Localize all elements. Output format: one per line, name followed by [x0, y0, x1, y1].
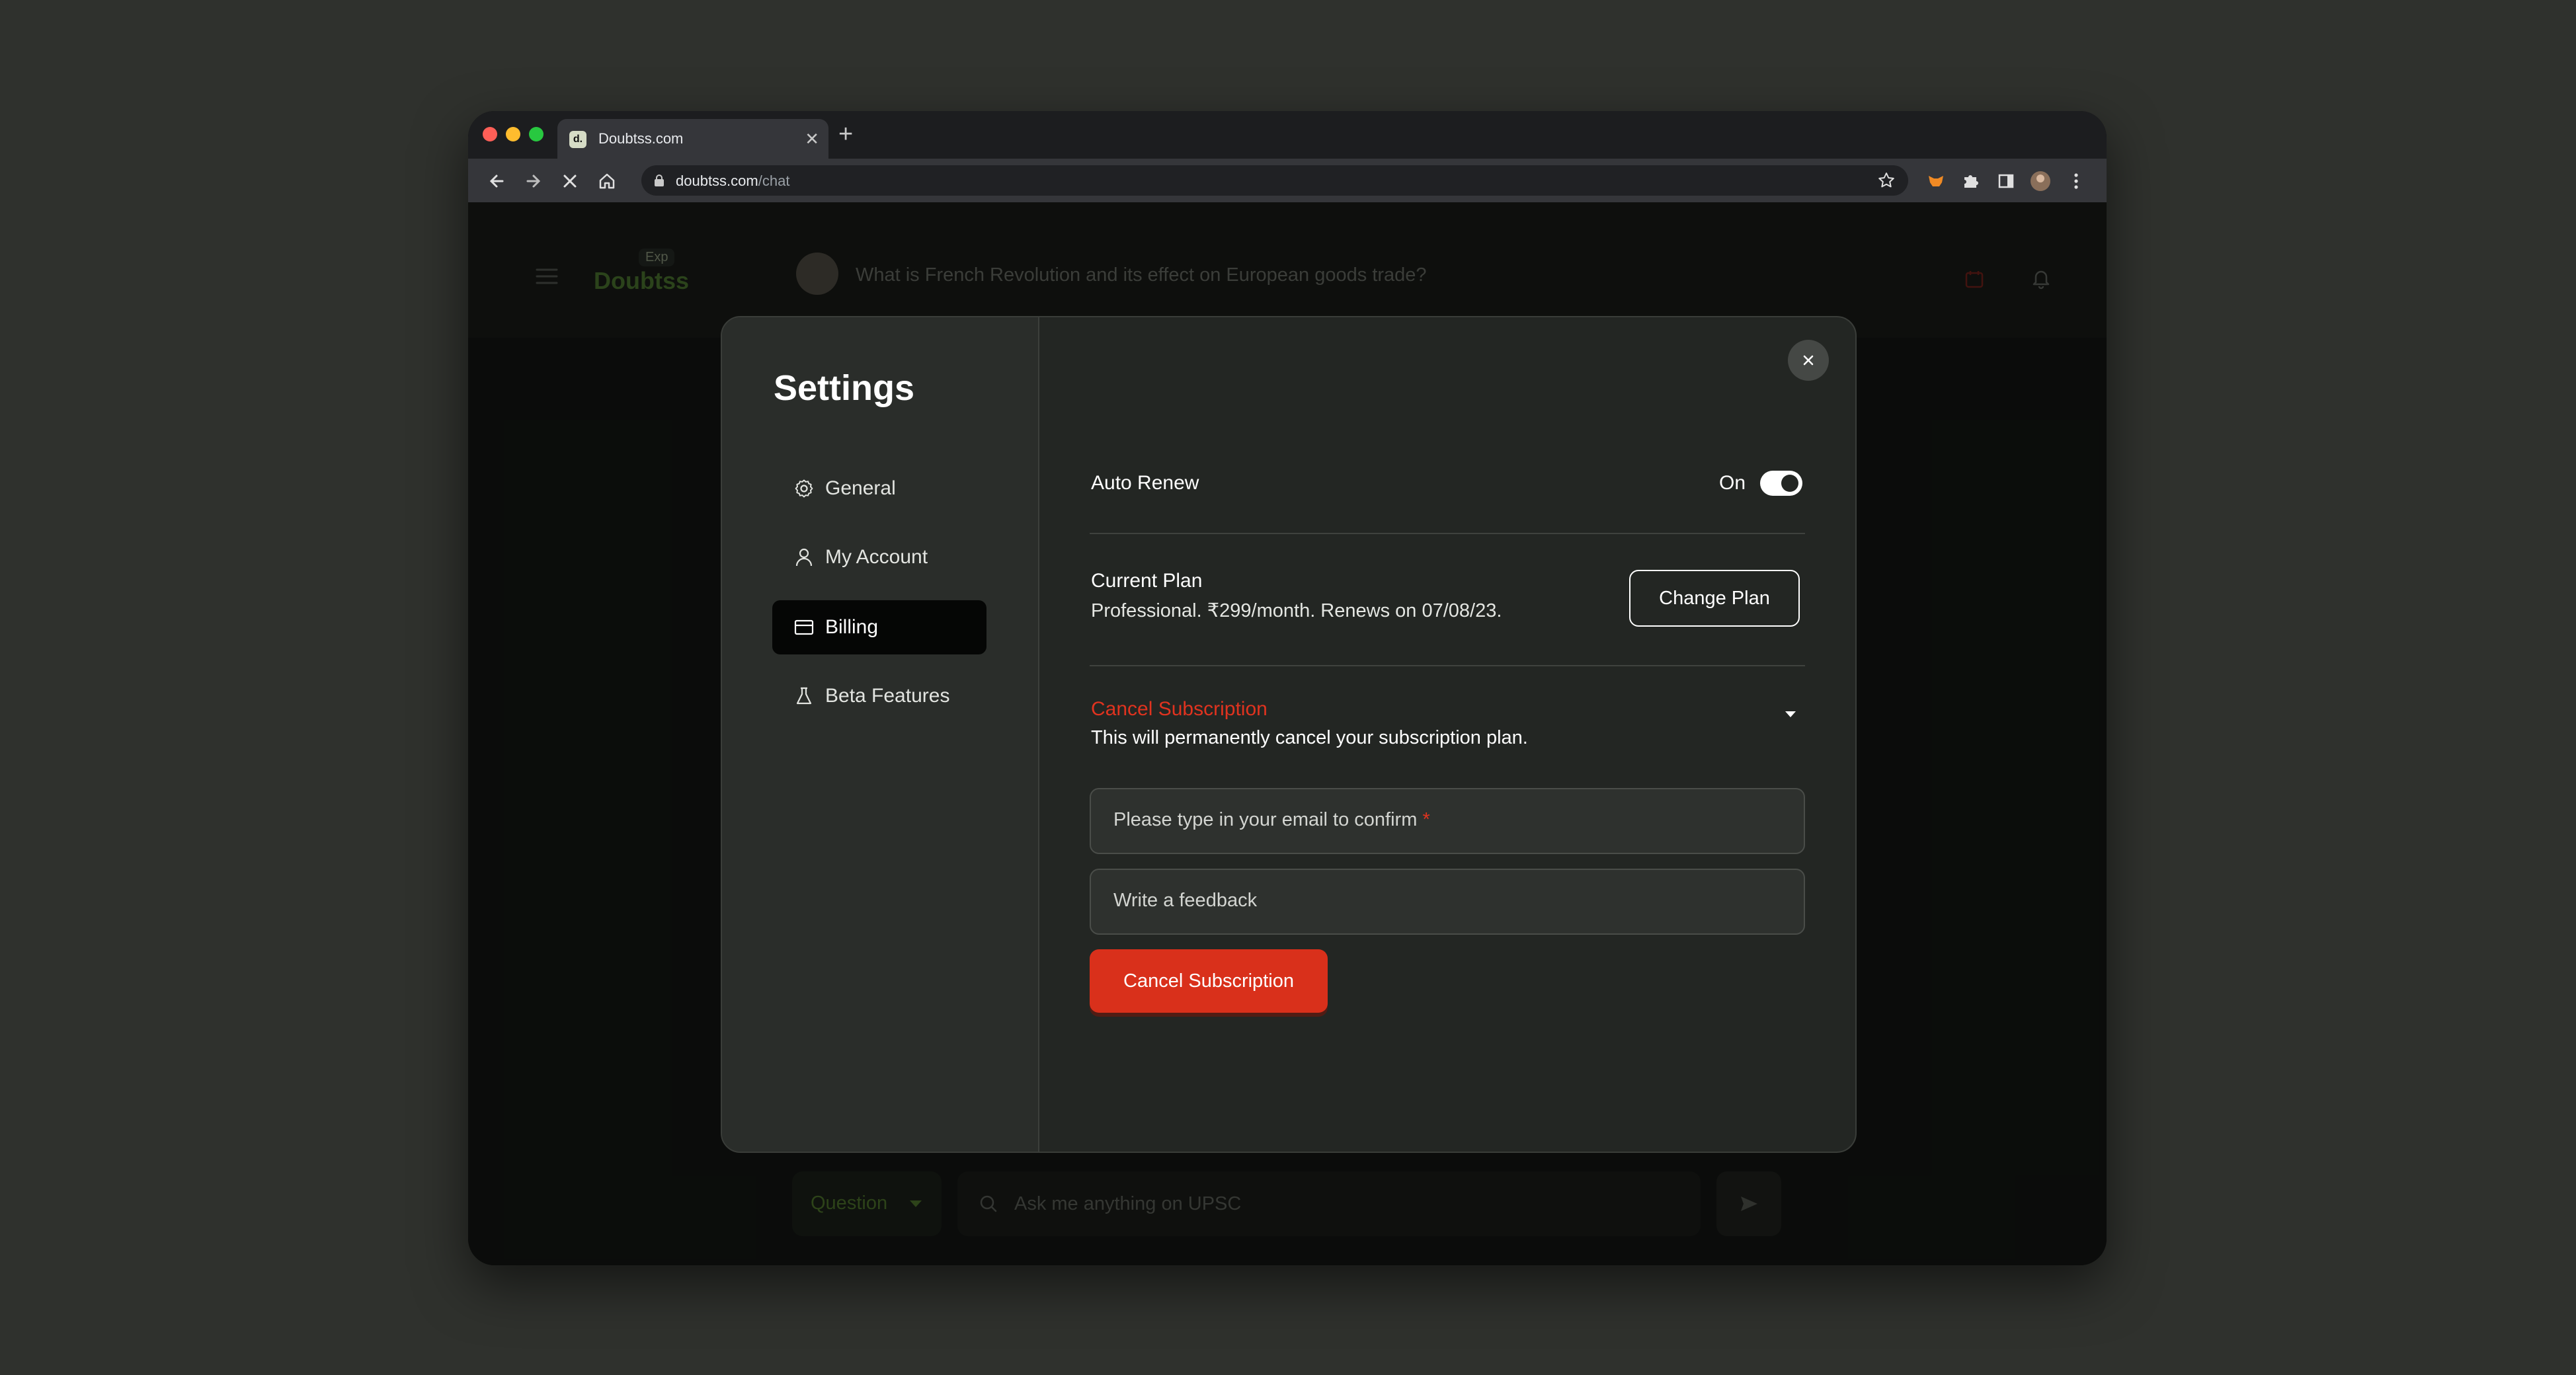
extension-fox-icon[interactable]	[1923, 168, 1949, 194]
side-panel-icon[interactable]	[1993, 168, 2019, 194]
browser-toolbar: doubtss.com/chat	[468, 159, 2107, 202]
settings-modal: Settings General My Account Billing Beta…	[721, 316, 1857, 1153]
gear-icon	[795, 479, 813, 498]
divider	[1090, 533, 1805, 534]
email-confirm-field[interactable]: Please type in your email to confirm *	[1090, 788, 1805, 854]
back-icon[interactable]	[484, 168, 510, 194]
sidebar-item-my-account[interactable]: My Account	[772, 530, 986, 584]
new-tab-icon[interactable]: +	[838, 120, 853, 149]
browser-tab[interactable]: d. Doubtss.com ✕	[557, 119, 828, 159]
chevron-down-icon[interactable]	[1785, 711, 1796, 717]
profile-avatar[interactable]	[2027, 168, 2054, 194]
sidebar-item-label: Beta Features	[825, 685, 950, 707]
stop-loading-icon[interactable]	[557, 168, 583, 194]
settings-sidebar: Settings General My Account Billing Beta…	[722, 317, 1039, 1152]
cancel-subscription-description: This will permanently cancel your subscr…	[1091, 727, 1528, 748]
window-zoom-button[interactable]	[529, 127, 543, 141]
window-close-button[interactable]	[483, 127, 497, 141]
url-text: doubtss.com/chat	[676, 173, 790, 189]
sidebar-item-label: General	[825, 477, 896, 499]
tab-strip: d. Doubtss.com ✕ +	[468, 111, 2107, 159]
toggle-knob	[1781, 475, 1798, 492]
cancel-subscription-title[interactable]: Cancel Subscription	[1091, 698, 1268, 721]
sidebar-item-beta-features[interactable]: Beta Features	[772, 669, 986, 723]
auto-renew-label: Auto Renew	[1091, 472, 1199, 494]
sidebar-item-general[interactable]: General	[772, 461, 986, 516]
tab-title: Doubtss.com	[598, 130, 684, 147]
favicon-icon: d.	[569, 131, 586, 148]
forward-icon[interactable]	[520, 168, 546, 194]
auto-renew-state: On	[1719, 472, 1746, 494]
auto-renew-toggle[interactable]	[1760, 471, 1802, 496]
lock-icon	[655, 175, 664, 186]
flask-icon	[796, 687, 812, 705]
home-icon[interactable]	[594, 168, 620, 194]
sidebar-item-billing[interactable]: Billing	[772, 600, 986, 654]
bookmark-star-icon[interactable]	[1876, 171, 1896, 190]
sidebar-item-label: My Account	[825, 546, 928, 568]
user-icon	[795, 548, 813, 567]
email-confirm-placeholder: Please type in your email to confirm *	[1113, 809, 1430, 830]
tab-close-icon[interactable]: ✕	[805, 127, 819, 151]
cancel-subscription-button[interactable]: Cancel Subscription	[1090, 949, 1328, 1013]
sidebar-item-label: Billing	[825, 616, 879, 638]
browser-menu-icon[interactable]	[2063, 168, 2089, 194]
close-icon	[1803, 355, 1814, 366]
current-plan-label: Current Plan	[1091, 570, 1203, 592]
feedback-field[interactable]: Write a feedback	[1090, 869, 1805, 935]
extensions-puzzle-icon[interactable]	[1957, 168, 1984, 194]
modal-close-button[interactable]	[1788, 340, 1829, 381]
settings-title: Settings	[774, 368, 915, 408]
window-minimize-button[interactable]	[506, 127, 520, 141]
change-plan-button[interactable]: Change Plan	[1629, 570, 1800, 627]
divider	[1090, 665, 1805, 666]
current-plan-details: Professional. ₹299/month. Renews on 07/0…	[1091, 600, 1502, 621]
card-icon	[794, 619, 814, 635]
required-mark: *	[1422, 809, 1430, 830]
address-bar[interactable]: doubtss.com/chat	[641, 165, 1908, 196]
feedback-placeholder: Write a feedback	[1113, 890, 1258, 911]
